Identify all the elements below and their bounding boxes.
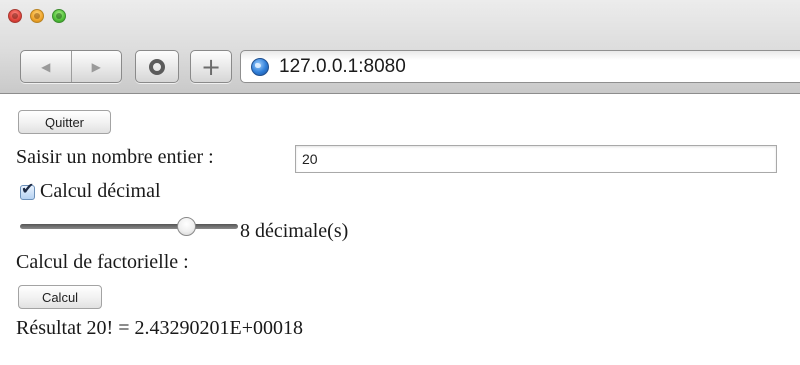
minimize-window-button[interactable]: [30, 9, 44, 23]
close-window-button[interactable]: [8, 9, 22, 23]
browser-toolbar: ◀ ▶ + 127.0.0.1:8080: [0, 0, 800, 94]
calculate-button[interactable]: Calcul: [18, 285, 102, 309]
reload-icon: [149, 58, 165, 75]
checkmark-icon: ✔: [21, 179, 35, 198]
decimals-count-label: 8 décimale(s): [240, 220, 349, 242]
plus-icon: +: [200, 52, 222, 81]
quit-button[interactable]: Quitter: [18, 110, 111, 134]
reload-button[interactable]: [135, 50, 179, 83]
decimal-checkbox-label: Calcul décimal: [40, 180, 161, 202]
back-arrow-icon: ◀: [41, 59, 51, 74]
back-button[interactable]: ◀: [21, 51, 71, 82]
result-text: Résultat 20! = 2.43290201E+00018: [16, 317, 303, 339]
slider-thumb[interactable]: [176, 217, 196, 236]
address-url: 127.0.0.1:8080: [279, 55, 406, 77]
forward-button[interactable]: ▶: [71, 51, 121, 82]
number-input[interactable]: [295, 145, 777, 173]
factorial-label: Calcul de factorielle :: [16, 251, 189, 273]
zoom-window-button[interactable]: [52, 9, 66, 23]
globe-icon: [251, 57, 269, 76]
back-forward-group: ◀ ▶: [20, 50, 122, 83]
new-tab-button[interactable]: +: [190, 50, 232, 83]
browser-window: ◀ ▶ + 127.0.0.1:8080 Quitter Saisir un n…: [0, 0, 800, 365]
decimal-checkbox[interactable]: ✔: [20, 181, 35, 200]
forward-arrow-icon: ▶: [91, 59, 101, 74]
slider-track: [20, 224, 238, 229]
number-input-label: Saisir un nombre entier :: [16, 146, 214, 168]
decimals-slider[interactable]: [20, 216, 238, 236]
address-bar[interactable]: 127.0.0.1:8080: [240, 50, 800, 83]
page-content: Quitter Saisir un nombre entier : ✔ Calc…: [0, 94, 800, 365]
